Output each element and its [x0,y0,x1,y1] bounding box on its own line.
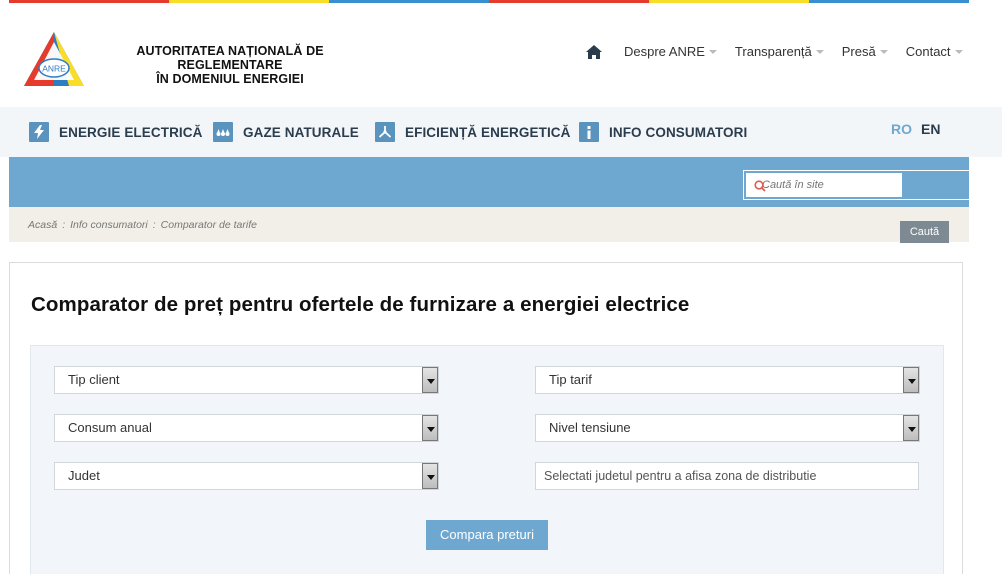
nav-presa[interactable]: Presă [842,44,888,59]
search-button[interactable]: Caută [900,221,949,243]
main-nav-label: EFICIENȚĂ ENERGETICĂ [405,124,571,140]
nav-label: Presă [841,44,876,59]
chevron-down-icon [954,50,963,54]
nav-transparenta[interactable]: Transparență [735,44,824,59]
search-icon [754,180,766,192]
judet-select[interactable]: Judet [54,462,439,490]
nivel-tensiune-value: Nivel tensiune [549,420,631,435]
nav-label: Contact [905,44,951,59]
site-header: ANRE AUTORITATEA NAȚIONALĂ DE REGLEMENTA… [0,3,1002,107]
gas-drops-icon [213,122,233,142]
nivel-tensiune-select[interactable]: Nivel tensiune [535,414,920,442]
nav-label: Transparență [734,44,812,59]
main-nav-info-consumatori[interactable]: INFO CONSUMATORI [579,122,747,142]
main-nav-label: INFO CONSUMATORI [609,124,748,140]
anre-logo[interactable]: ANRE [22,30,86,88]
breadcrumb-item-current: Comparator de tarife [160,219,257,231]
dropdown-arrow-icon[interactable] [903,415,919,441]
main-nav-label: ENERGIE ELECTRICĂ [59,124,203,140]
chevron-down-icon [879,50,888,54]
chevron-down-icon [708,50,717,54]
main-nav-label: GAZE NATURALE [243,124,359,140]
search-bar [9,157,969,207]
home-icon[interactable] [586,44,602,59]
main-nav-gaze-naturale[interactable]: GAZE NATURALE [213,122,359,142]
tip-client-value: Tip client [68,372,120,387]
consum-anual-value: Consum anual [68,420,152,435]
tip-tarif-value: Tip tarif [549,372,592,387]
tip-client-select[interactable]: Tip client [54,366,439,394]
breadcrumb-bar: Acasă: Info consumatori: Comparator de tar… [9,207,969,243]
breadcrumb: Acasă: Info consumatori: Comparator de tar… [28,219,257,231]
nav-despre-anre[interactable]: Despre ANRE [624,44,717,59]
compara-preturi-button[interactable]: Compara preturi [426,520,548,550]
content-card: Comparator de preț pentru ofertele de fu… [9,262,963,574]
dropdown-arrow-icon[interactable] [422,415,438,441]
page-title: Comparator de preț pentru ofertele de fu… [31,293,690,316]
tip-tarif-select[interactable]: Tip tarif [535,366,920,394]
fan-icon [375,122,395,142]
lang-ro[interactable]: RO [891,121,912,137]
consum-anual-select[interactable]: Consum anual [54,414,439,442]
logo-text: ANRE [42,64,66,74]
lightning-icon [29,122,49,142]
dropdown-arrow-icon[interactable] [422,463,438,489]
dropdown-arrow-icon[interactable] [422,367,438,393]
judet-value: Judet [68,468,100,483]
nav-contact[interactable]: Contact [906,44,963,59]
org-name: AUTORITATEA NAȚIONALĂ DE REGLEMENTARE ÎN… [90,44,370,86]
search-wrapper [743,170,969,200]
info-icon [579,122,599,142]
chevron-down-icon [815,50,824,54]
comparator-form: Tip client Tip tarif Consum anual Nivel … [30,345,944,574]
breadcrumb-item-acasa[interactable]: Acasă [28,219,57,231]
main-nav: ENERGIE ELECTRICĂ GAZE NATURALE EFICIENȚ… [0,107,1002,157]
nav-label: Despre ANRE [624,44,705,59]
breadcrumb-separator: : [62,219,66,231]
zona-distributie-field[interactable]: Selectati judetul pentru a afisa zona de… [535,462,919,490]
org-name-line1: AUTORITATEA NAȚIONALĂ DE REGLEMENTARE [136,44,324,72]
dropdown-arrow-icon[interactable] [903,367,919,393]
breadcrumb-item-info-consumatori[interactable]: Info consumatori [70,219,148,231]
search-input[interactable] [746,173,902,197]
main-nav-energie-electrica[interactable]: ENERGIE ELECTRICĂ [29,122,202,142]
org-name-line2: ÎN DOMENIUL ENERGIEI [156,72,304,86]
top-nav: Despre ANRE Transparență Presă Contact [586,44,963,59]
main-nav-eficienta-energetica[interactable]: EFICIENȚĂ ENERGETICĂ [375,122,571,142]
breadcrumb-separator: : [152,219,156,231]
lang-en[interactable]: EN [921,121,940,137]
